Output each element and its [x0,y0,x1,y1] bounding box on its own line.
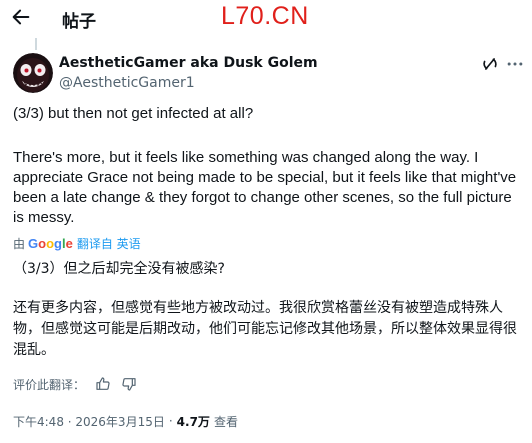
translated-text-line-1: （3/3）但之后却完全没有被感染? [13,261,225,277]
watermark: L70.CN [221,2,309,30]
meta-separator: · [168,414,173,428]
grok-icon[interactable] [480,54,500,74]
translated-text-paragraph-2: 还有更多内容，但感觉有些地方被改动过。我很欣赏格蕾丝没有被塑造成特殊人物，但感觉… [13,300,517,358]
page-title: 帖子 [62,12,96,32]
back-arrow-icon[interactable] [10,6,32,28]
author-handle[interactable]: @AestheticGamer1 [59,75,195,91]
thread-connector-line [35,38,37,50]
tweet-timestamp[interactable]: 下午4:48 · 2026年3月15日 [13,413,165,430]
dark-creature-face-avatar-icon [13,53,53,93]
thumbs-up-icon[interactable] [95,376,111,392]
views-label[interactable]: 查看 [214,413,238,430]
translated-by-row: 由 Google 翻译自 英语 [13,235,141,251]
google-logo: Google [28,235,73,251]
translated-from-link[interactable]: 翻译自 英语 [77,235,141,252]
rate-translation-row: 评价此翻译： [13,376,137,392]
translated-by-label: 由 [13,236,26,251]
author-name[interactable]: AestheticGamer aka Dusk Golem [59,55,318,71]
top-bar: 帖子 L70.CN [0,0,532,34]
rate-translation-label: 评价此翻译： [13,377,86,392]
thumbs-down-icon[interactable] [121,376,137,392]
more-icon[interactable] [505,54,525,74]
avatar[interactable] [13,53,53,93]
tweet-meta-row: 下午4:48 · 2026年3月15日 · 4.7万 查看 [13,412,238,430]
tweet-text-line-1: (3/3) but then not get infected at all? [13,105,254,122]
tweet-text-paragraph-2: There's more, but it feels like somethin… [13,149,521,226]
views-count: 4.7万 [176,414,210,429]
